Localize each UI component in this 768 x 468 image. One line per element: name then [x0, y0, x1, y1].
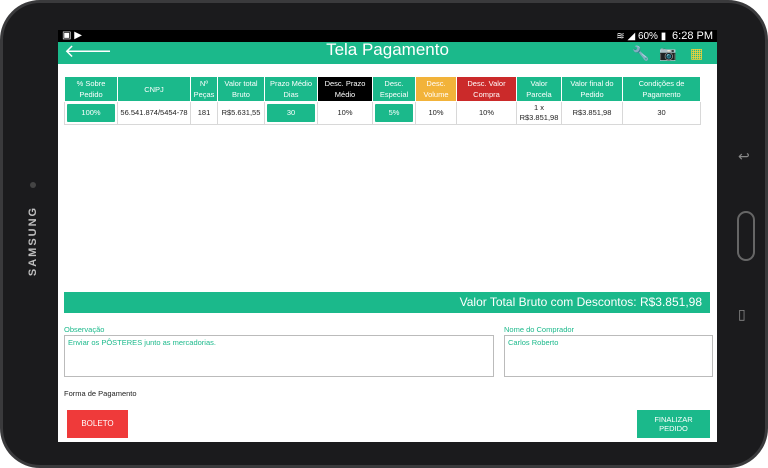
header-valor-parcela: Valor Parcela: [516, 76, 562, 102]
home-button[interactable]: [737, 211, 755, 261]
header-prazo-medio: Prazo Médio Dias: [264, 76, 318, 102]
header-desc-volume: Desc. Volume: [415, 76, 457, 102]
comprador-label: Nome do Comprador: [504, 325, 575, 334]
cell-valor-final: R$3.851,98: [561, 101, 623, 125]
forma-pagamento-label: Forma de Pagamento: [64, 389, 137, 398]
cell-valor-bruto: R$5.631,55: [217, 101, 265, 125]
cell-desc-volume: 10%: [415, 101, 457, 125]
hardware-recents-icon[interactable]: ▯: [738, 306, 746, 323]
header-desc-especial: Desc. Especial: [372, 76, 416, 102]
cell-desc-prazo: 10%: [317, 101, 373, 125]
app-bar: 🡐 Tela Pagamento 🔧 📷 ▦: [58, 40, 717, 64]
comprador-field[interactable]: Carlos Roberto: [504, 335, 713, 377]
header-condicoes: Condições de Pagamento: [622, 76, 701, 102]
wifi-icon: ≋: [616, 31, 625, 42]
total-bar: Valor Total Bruto com Descontos: R$3.851…: [64, 292, 710, 313]
header-cnpj: CNPJ: [117, 76, 191, 102]
boleto-button[interactable]: BOLETO: [67, 410, 128, 438]
table-row: 100% 56.541.874/5454-78 181 R$5.631,55 3…: [64, 101, 701, 125]
battery-icon: ▮: [660, 31, 667, 42]
header-pecas: Nº Peças: [190, 76, 218, 102]
camera-icon[interactable]: 📷: [659, 43, 676, 63]
cell-valor-parcela: 1 x R$3.851,98: [516, 101, 562, 125]
clock: 6:28 PM: [672, 30, 713, 42]
battery-level: 60%: [637, 31, 658, 42]
brand-logo: SAMSUNG: [27, 205, 39, 277]
observacao-field[interactable]: Enviar os PÔSTERES junto as mercadorias.: [64, 335, 494, 377]
front-camera: [30, 182, 36, 188]
signal-icon: ◢: [627, 31, 636, 42]
hardware-back-icon[interactable]: ↩: [738, 148, 750, 165]
payment-table: % Sobre Pedido CNPJ Nº Peças Valor total Br…: [64, 76, 701, 125]
cell-pecas: 181: [190, 101, 218, 125]
cell-desc-valor-compra: 10%: [456, 101, 517, 125]
cell-cnpj: 56.541.874/5454-78: [117, 101, 191, 125]
header-valor-final: Valor final do Pedido: [561, 76, 623, 102]
header-valor-bruto: Valor total Bruto: [217, 76, 265, 102]
header-sobre-pedido: % Sobre Pedido: [64, 76, 118, 102]
cell-prazo-medio[interactable]: 30: [264, 101, 318, 125]
screen: ▣ ▶ ≋ ◢ 60% ▮ 6:28 PM 🡐 Tela Pagamento 🔧…: [58, 30, 717, 442]
cell-sobre-pedido[interactable]: 100%: [64, 101, 118, 125]
calendar-grid-icon[interactable]: ▦: [690, 43, 703, 63]
observacao-label: Observação: [64, 325, 105, 334]
finalizar-pedido-button[interactable]: FINALIZAR PEDIDO: [637, 410, 710, 438]
header-desc-prazo: Desc. Prazo Médio: [317, 76, 373, 102]
wrench-icon[interactable]: 🔧: [632, 43, 649, 63]
table-header-row: % Sobre Pedido CNPJ Nº Peças Valor total Br…: [64, 76, 701, 102]
header-desc-valor-compra: Desc. Valor Compra: [456, 76, 517, 102]
cell-desc-especial[interactable]: 5%: [372, 101, 416, 125]
page-title: Tela Pagamento: [326, 40, 449, 59]
cell-condicoes: 30: [622, 101, 701, 125]
